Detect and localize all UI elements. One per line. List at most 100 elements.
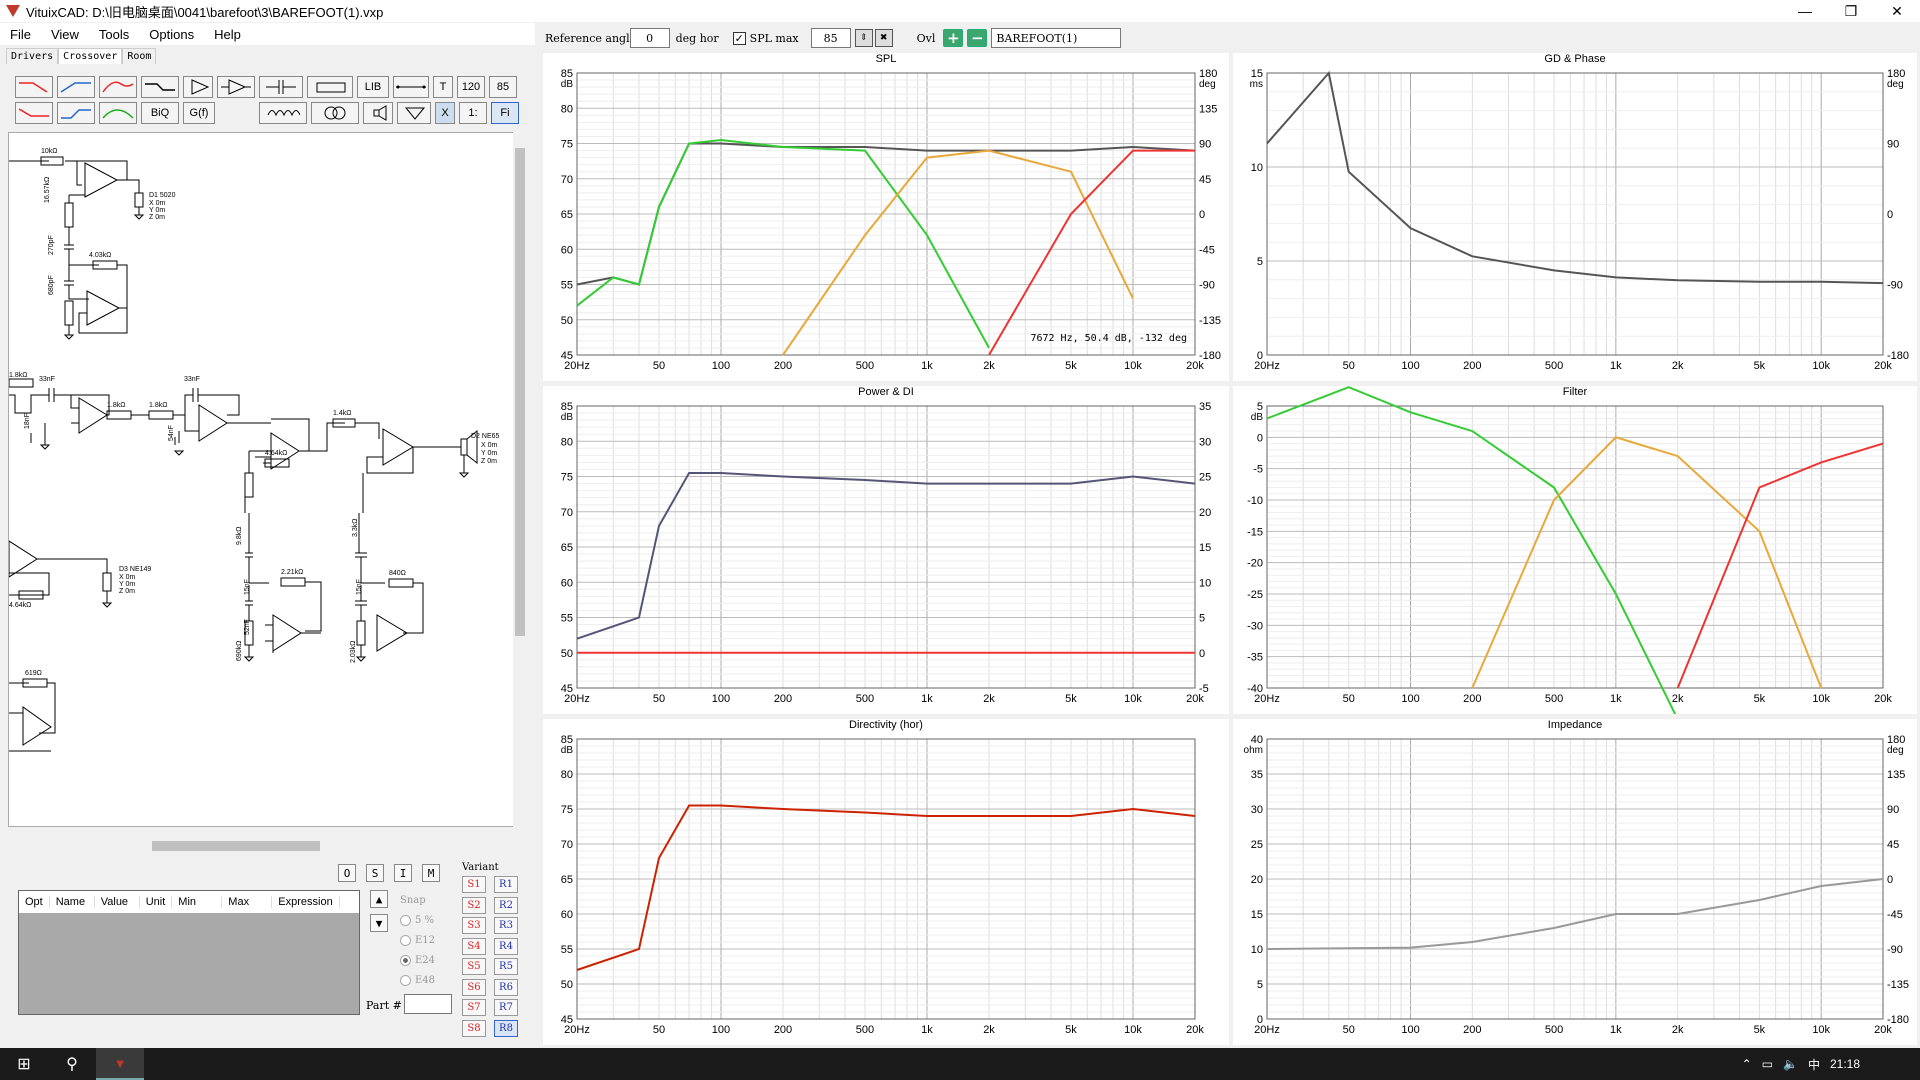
col-expression[interactable]: Expression (272, 896, 340, 908)
bandpass-green-button[interactable] (99, 102, 137, 124)
system-tray: ⌃ ▭ 🔈 中 21:18 (1742, 1048, 1860, 1080)
schematic-vertical-thumb[interactable] (515, 148, 525, 636)
opt-o-button[interactable]: O (338, 864, 356, 882)
bandpass-red-button[interactable] (99, 76, 137, 98)
variant-s-button[interactable]: S6 (462, 978, 486, 996)
menu-view[interactable]: View (41, 27, 89, 42)
close-button[interactable]: ✕ (1874, 0, 1920, 22)
gd-phase-panel[interactable]: GD & Phase 15 10 5 0 180 90 0 -90 -180 ms deg 20Hz 5… (1233, 53, 1917, 381)
variant-s-button[interactable]: S1 (462, 876, 486, 893)
variant-r-button[interactable]: R8 (494, 1019, 518, 1037)
variant-r-button[interactable]: R1 (494, 876, 518, 893)
col-opt[interactable]: Opt (19, 896, 50, 908)
volume-icon[interactable]: 🔈 (1783, 1057, 1798, 1071)
buffer-button[interactable] (183, 76, 213, 98)
filter-panel[interactable]: Filter 5 0 -5 -10 -15 -20 -25 -30 -35 -40 dB 20Hz 50… (1233, 386, 1917, 720)
text-button[interactable]: T (433, 76, 453, 98)
col-value[interactable]: Value (95, 896, 140, 908)
variant-r-button[interactable]: R3 (494, 917, 518, 934)
capacitor-button[interactable] (259, 76, 303, 98)
wire-button[interactable] (393, 76, 429, 98)
variant-s-button[interactable]: S4 (462, 937, 486, 955)
menu-file[interactable]: File (0, 27, 41, 42)
snap-option[interactable]: E24 (400, 950, 435, 970)
spl-max-checkbox[interactable]: ✓ (732, 31, 746, 45)
network-icon[interactable]: ▭ (1762, 1057, 1773, 1071)
series-line (1266, 70, 1884, 285)
minimize-button[interactable]: — (1782, 0, 1828, 22)
clock[interactable]: 21:18 (1830, 1057, 1860, 1071)
fi-button[interactable]: Fi (491, 102, 519, 124)
spl-max-spinner-button[interactable]: ⇕ (854, 29, 873, 47)
move-down-button[interactable]: ▼ (370, 914, 388, 932)
start-button[interactable]: ⊞ (0, 1048, 48, 1080)
resistor-button[interactable] (307, 76, 353, 98)
ime-indicator[interactable]: 中 (1808, 1056, 1820, 1073)
col-max[interactable]: Max (222, 896, 273, 908)
library-button[interactable]: LIB (357, 76, 389, 98)
tab-crossover[interactable]: Crossover (58, 48, 123, 64)
snap-option[interactable]: E12 (400, 930, 435, 950)
variant-s-button[interactable]: S8 (462, 1019, 486, 1037)
directivity-panel[interactable]: Directivity (hor) 85 80 75 70 65 60 55 50 45 dB 20… (543, 719, 1229, 1045)
inductor-button[interactable] (259, 102, 307, 124)
snap-option[interactable]: E48 (400, 970, 435, 990)
variant-r-button[interactable]: R6 (494, 978, 518, 996)
optimizer-table[interactable]: Opt Name Value Unit Min Max Expression (18, 890, 360, 1015)
variant-s-button[interactable]: S2 (462, 896, 486, 914)
x-button[interactable]: X (435, 102, 455, 124)
ground-button[interactable] (397, 102, 431, 124)
grid (576, 405, 1196, 689)
variant-r-button[interactable]: R4 (494, 937, 518, 955)
spl-max-reset-button[interactable]: ✖ (874, 29, 893, 47)
lowpass-red-button[interactable] (15, 76, 53, 98)
power-di-panel[interactable]: Power & DI 85 80 75 70 65 60 55 50 45 35 30 25 20 15 1… (543, 386, 1229, 714)
taskbar-vituixcad[interactable]: ▼ (96, 1048, 144, 1080)
variant-s-button[interactable]: S5 (462, 958, 486, 975)
inverting-amp-button[interactable] (217, 76, 255, 98)
value-120-button[interactable]: 120 (457, 76, 485, 98)
highpass-red-button[interactable] (15, 102, 53, 124)
menu-tools[interactable]: Tools (89, 27, 139, 42)
remove-overlay-button[interactable]: − (967, 29, 988, 47)
transformer-button[interactable] (311, 102, 359, 124)
snap-option[interactable]: 5 % (400, 910, 435, 930)
search-button[interactable]: ⚲ (48, 1048, 96, 1080)
col-name[interactable]: Name (50, 896, 95, 908)
allpass-blue-button[interactable] (57, 102, 95, 124)
shelf-button[interactable] (141, 76, 179, 98)
menu-options[interactable]: Options (139, 27, 204, 42)
spl-max-input[interactable]: 85 (810, 28, 851, 48)
ratio-button[interactable]: 1: (459, 102, 487, 124)
variant-r-button[interactable]: R2 (494, 896, 518, 914)
col-unit[interactable]: Unit (140, 896, 173, 908)
move-up-button[interactable]: ▲ (370, 890, 388, 908)
impedance-panel[interactable]: Impedance 40 35 30 25 20 15 10 5 0 180 135 90 45 0 -45… (1233, 719, 1917, 1045)
driver-button[interactable] (363, 102, 393, 124)
menu-help[interactable]: Help (204, 27, 251, 42)
biquad-button[interactable]: BiQ (141, 102, 179, 124)
chevron-up-icon[interactable]: ⌃ (1742, 1057, 1752, 1071)
spl-panel[interactable]: SPL 85 80 75 70 65 60 55 50 45 180 135 90 45 0 -45 -90-… (543, 53, 1229, 381)
value-85-button[interactable]: 85 (489, 76, 517, 98)
variant-r-button[interactable]: R5 (494, 958, 518, 975)
variant-s-button[interactable]: S3 (462, 917, 486, 934)
tab-drivers[interactable]: Drivers (6, 48, 59, 64)
variant-r-button[interactable]: R7 (494, 999, 518, 1016)
tab-room[interactable]: Room (122, 48, 157, 64)
transfer-function-button[interactable]: G(f) (183, 102, 215, 124)
part-number-input[interactable] (404, 994, 452, 1014)
schem-label: 54nF (168, 425, 175, 441)
opt-m-button[interactable]: M (422, 864, 440, 882)
opt-s-button[interactable]: S (366, 864, 384, 882)
variant-s-button[interactable]: S7 (462, 999, 486, 1016)
schematic-horizontal-thumb[interactable] (152, 841, 320, 851)
col-min[interactable]: Min (172, 896, 223, 908)
reference-angle-input[interactable]: 0 (629, 28, 670, 48)
maximize-button[interactable]: ❐ (1828, 0, 1874, 22)
overlay-name-input[interactable]: BAREFOOT(1) (991, 28, 1122, 48)
highpass-blue-button[interactable] (57, 76, 95, 98)
opt-i-button[interactable]: I (394, 864, 412, 882)
add-overlay-button[interactable]: + (943, 29, 964, 47)
schematic-canvas[interactable]: 10kΩ 16.57kΩ D1 5020 X 0m Y 0m Z 0m 4.03… (8, 132, 521, 827)
